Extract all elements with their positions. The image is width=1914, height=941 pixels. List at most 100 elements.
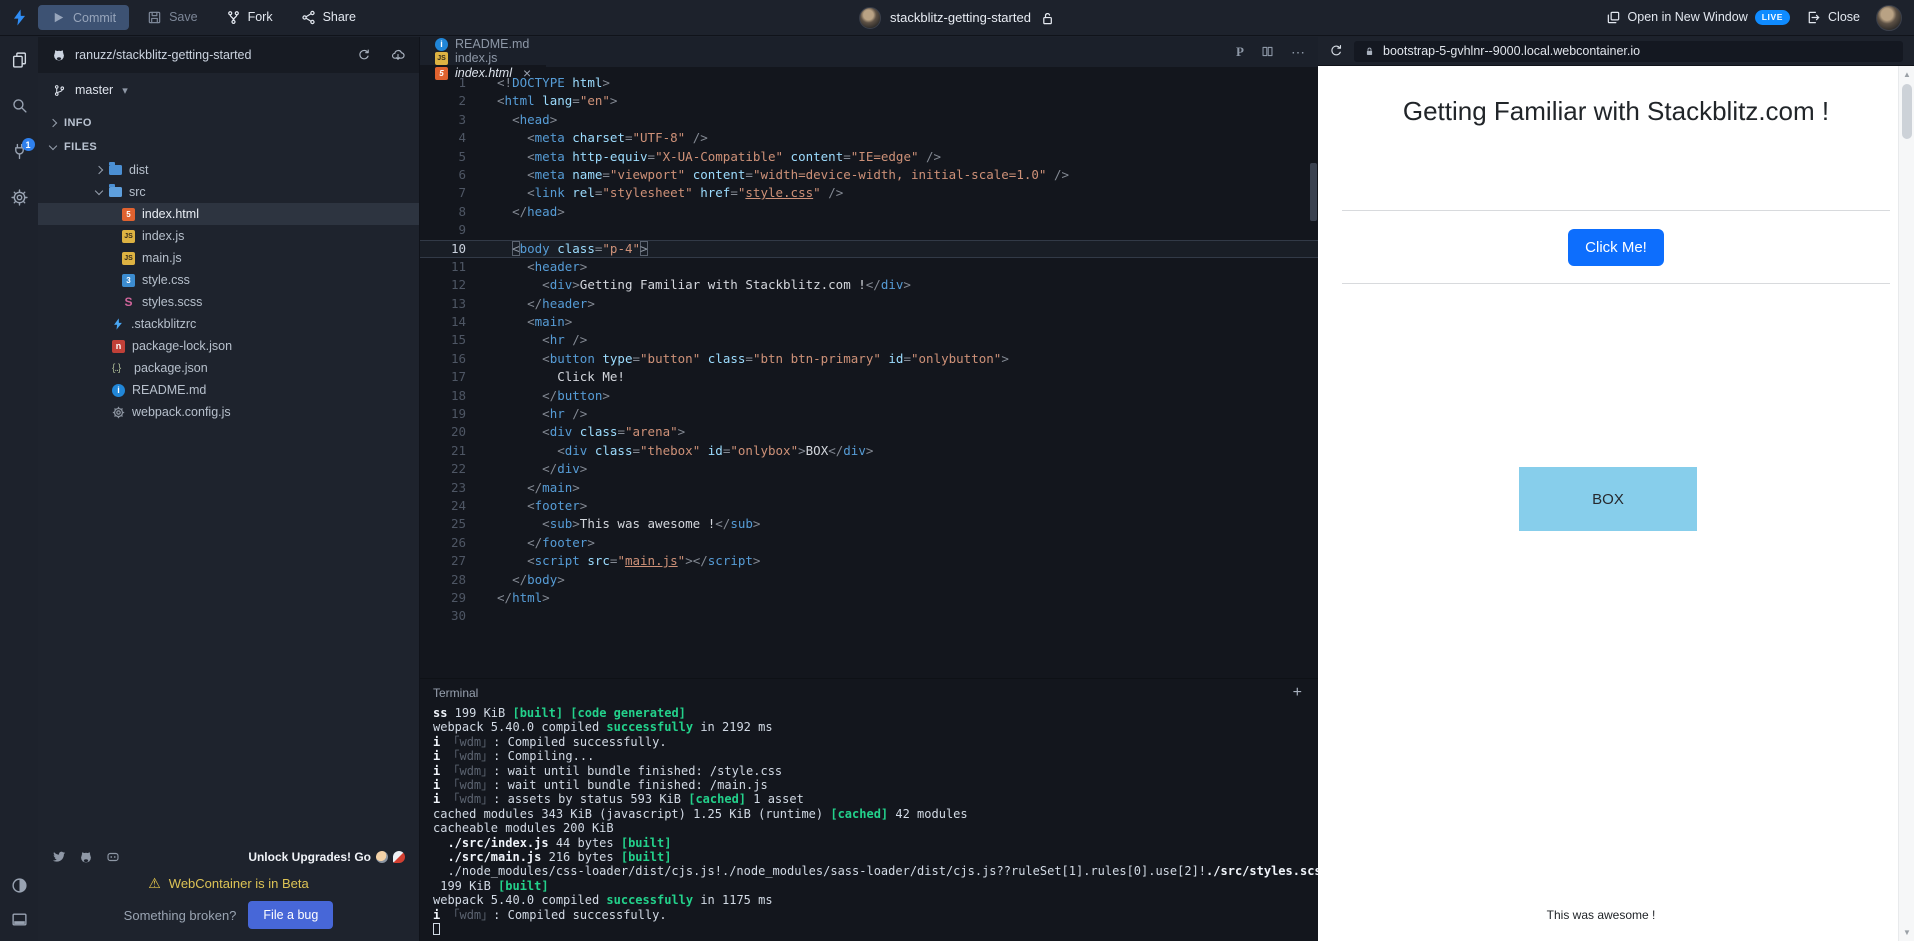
code-line-6[interactable]: 6 <meta name="viewport" content="width=d… — [420, 166, 1318, 184]
stackblitz-logo[interactable] — [0, 9, 38, 27]
code-line-4[interactable]: 4 <meta charset="UTF-8" /> — [420, 129, 1318, 147]
terminal-line: i 「wdm」: wait until bundle finished: /ma… — [433, 778, 768, 793]
fork-button[interactable]: Fork — [216, 10, 283, 25]
code-line-23[interactable]: 23 </main> — [420, 479, 1318, 497]
download-button[interactable] — [391, 48, 405, 63]
code-line-27[interactable]: 27 <script src="main.js"></script> — [420, 552, 1318, 570]
sass-file-icon: S — [124, 295, 133, 309]
split-editor-button[interactable] — [1261, 43, 1274, 61]
refresh-button[interactable] — [1329, 42, 1343, 60]
code-line-30[interactable]: 30 — [420, 607, 1318, 625]
rail-search-button[interactable] — [11, 97, 28, 115]
panel-bottom-icon — [11, 913, 27, 926]
code-line-8[interactable]: 8 </head> — [420, 203, 1318, 221]
tree-item-styles.scss[interactable]: Sstyles.scss — [38, 291, 419, 313]
project-name[interactable]: stackblitz-getting-started — [890, 10, 1031, 25]
share-button[interactable]: Share — [291, 10, 366, 25]
explorer-footer: Unlock Upgrades! Go ⚠ WebContainer is in… — [38, 840, 419, 941]
scroll-down-icon[interactable]: ▼ — [1899, 928, 1914, 937]
code-line-14[interactable]: 14 <main> — [420, 313, 1318, 331]
gear-icon — [112, 406, 125, 418]
tree-item-webpack.config.js[interactable]: webpack.config.js — [38, 401, 419, 423]
rail-files-button[interactable] — [11, 51, 28, 69]
preview-scrollbar-thumb[interactable] — [1902, 84, 1912, 139]
prettier-button[interactable]: P — [1236, 44, 1244, 60]
code-line-12[interactable]: 12 <div>Getting Familiar with Stackblitz… — [420, 276, 1318, 294]
save-button[interactable]: Save — [137, 10, 208, 25]
twitter-link[interactable] — [52, 848, 66, 866]
tree-item-package-lock.json[interactable]: n package-lock.json — [38, 335, 419, 357]
rail-contrast-button[interactable] — [11, 877, 28, 895]
github-icon — [54, 50, 64, 61]
tree-item-dist[interactable]: dist — [38, 159, 419, 181]
tab-README.md[interactable]: i README.md — [420, 37, 546, 51]
commit-button[interactable]: Commit — [38, 5, 130, 30]
code-line-1[interactable]: 1 <!DOCTYPE html> — [420, 74, 1318, 92]
code-line-3[interactable]: 3 <head> — [420, 111, 1318, 129]
discord-link[interactable] — [106, 848, 120, 866]
github-link[interactable] — [79, 848, 93, 866]
line-number: 15 — [450, 332, 466, 348]
code-line-10[interactable]: 10 <body class="p-4"> — [420, 239, 1318, 258]
tab-index.js[interactable]: JS index.js — [420, 51, 546, 65]
rail-gear-button[interactable] — [10, 189, 28, 207]
close-button[interactable]: Close — [1806, 10, 1860, 25]
code-line-11[interactable]: 11 <header> — [420, 258, 1318, 276]
address-field[interactable]: bootstrap-5-gvhlnr--9000.local.webcontai… — [1354, 40, 1903, 62]
code-line-19[interactable]: 19 <hr /> — [420, 405, 1318, 423]
tree-item-style.css[interactable]: 3 style.css — [38, 269, 419, 291]
file-name: main.js — [142, 251, 182, 265]
user-avatar[interactable] — [1876, 4, 1902, 31]
editor-scrollbar-thumb[interactable] — [1310, 163, 1317, 221]
code-line-5[interactable]: 5 <meta http-equiv="X-UA-Compatible" con… — [420, 148, 1318, 166]
tree-item-package.json[interactable]: {..} package.json — [38, 357, 419, 379]
code-line-28[interactable]: 28 </body> — [420, 571, 1318, 589]
lock-open-icon — [1043, 12, 1052, 24]
tree-item-main.js[interactable]: JS main.js — [38, 247, 419, 269]
terminal-line: ./node_modules/css-loader/dist/cjs.js!./… — [433, 864, 1329, 879]
unlock-upgrades-link[interactable]: Unlock Upgrades! Go — [248, 850, 405, 864]
line-number: 18 — [450, 387, 466, 403]
sync-button[interactable] — [357, 48, 371, 63]
rail-panel-bottom-button[interactable] — [11, 911, 28, 929]
code-line-25[interactable]: 25 <sub>This was awesome !</sub> — [420, 515, 1318, 533]
code-line-20[interactable]: 20 <div class="arena"> — [420, 423, 1318, 441]
code-editor[interactable]: 1 <!DOCTYPE html> 2 <html lang="en"> 3 <head… — [420, 67, 1318, 678]
code-line-13[interactable]: 13 </header> — [420, 295, 1318, 313]
terminal-output[interactable]: ss 199 KiB [built] [code generated] webpa… — [433, 706, 1329, 937]
branch-selector[interactable]: master ▾ — [38, 73, 419, 107]
code-line-9[interactable]: 9 — [420, 221, 1318, 239]
file-a-bug-button[interactable]: File a bug — [248, 901, 334, 929]
info-section-header[interactable]: INFO — [38, 111, 419, 135]
repo-name[interactable]: ranuzz/stackblitz-getting-started — [75, 48, 251, 62]
click-me-button[interactable]: Click Me! — [1568, 229, 1664, 266]
preview-scrollbar[interactable]: ▲ ▼ — [1898, 66, 1914, 941]
css-file-icon: 3 — [122, 273, 135, 287]
code-line-17[interactable]: 17 Click Me! — [420, 368, 1318, 386]
tree-item-.stackblitzrc[interactable]: .stackblitzrc — [38, 313, 419, 335]
new-terminal-button[interactable]: + — [1293, 684, 1302, 702]
code-line-15[interactable]: 15 <hr /> — [420, 331, 1318, 349]
code-line-29[interactable]: 29 </html> — [420, 589, 1318, 607]
tree-item-index.html[interactable]: 5 index.html — [38, 203, 419, 225]
more-actions-button[interactable]: ⋯ — [1291, 44, 1306, 61]
rail-plug-button[interactable]: 1 — [11, 138, 35, 161]
tree-item-src[interactable]: src — [38, 181, 419, 203]
tree-item-index.js[interactable]: JS index.js — [38, 225, 419, 247]
chevron-down-icon — [94, 186, 104, 195]
code-line-26[interactable]: 26 </footer> — [420, 534, 1318, 552]
code-line-7[interactable]: 7 <link rel="stylesheet" href="style.css… — [420, 184, 1318, 202]
code-line-22[interactable]: 22 </div> — [420, 460, 1318, 478]
code-line-21[interactable]: 21 <div class="thebox" id="onlybox">BOX<… — [420, 442, 1318, 460]
scroll-up-icon[interactable]: ▲ — [1899, 70, 1914, 79]
code-line-18[interactable]: 18 </button> — [420, 387, 1318, 405]
code-line-24[interactable]: 24 <footer> — [420, 497, 1318, 515]
tree-item-README.md[interactable]: i README.md — [38, 379, 419, 401]
code-line-16[interactable]: 16 <button type="button" class="btn btn-… — [420, 350, 1318, 368]
terminal-line: i 「wdm」: Compiling... — [433, 749, 595, 764]
close-label: Close — [1828, 10, 1860, 25]
preview-divider — [1342, 283, 1890, 284]
files-section-header[interactable]: FILES — [38, 135, 419, 159]
code-line-2[interactable]: 2 <html lang="en"> — [420, 92, 1318, 110]
open-new-window-button[interactable]: Open in New Window LIVE — [1606, 9, 1791, 25]
